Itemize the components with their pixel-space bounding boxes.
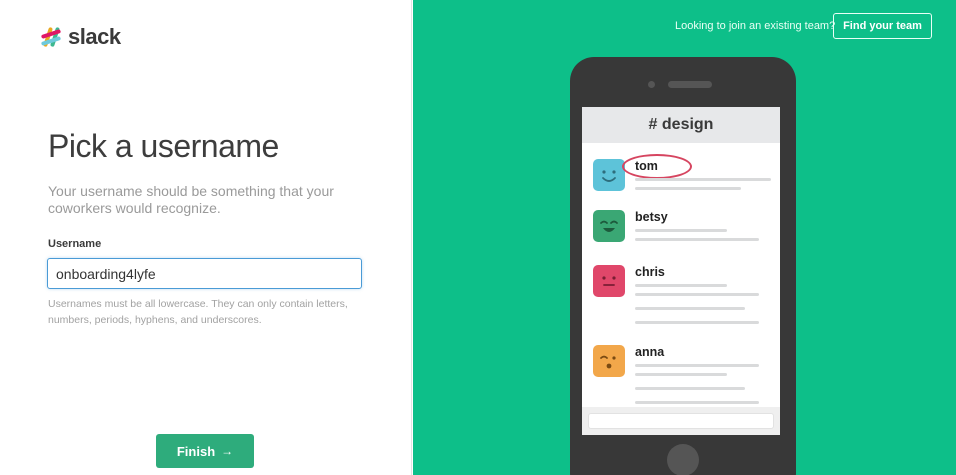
slack-logo[interactable]: slack [40, 24, 121, 50]
message-line [635, 364, 759, 367]
finish-button[interactable]: Finish → [156, 434, 254, 468]
message-line [635, 238, 759, 241]
signup-panel: slack Pick a username Your username shou… [0, 0, 412, 475]
finish-button-label: Finish [176, 443, 216, 459]
phone-screen: # design tom betsy chris anna [582, 107, 780, 435]
username-hint: Usernames must be all lowercase. They ca… [48, 298, 348, 326]
phone-home-button [667, 444, 699, 475]
phone-camera [648, 81, 655, 88]
username-input[interactable] [47, 258, 362, 289]
message-line [635, 178, 771, 181]
neutral-face-icon [593, 265, 625, 297]
message-line [635, 307, 745, 310]
grin-face-icon [593, 210, 625, 242]
message-composer-area [582, 407, 780, 435]
message-line [635, 293, 759, 296]
page-subtitle: Your username should be something that y… [48, 183, 334, 216]
arrow-right-icon: → [221, 444, 234, 458]
message-line [635, 401, 759, 404]
illustration-panel: Looking to join an existing team? Find y… [413, 0, 956, 475]
highlight-ring [622, 154, 692, 179]
message-line [635, 387, 745, 390]
phone-illustration: # design tom betsy chris anna [570, 57, 796, 475]
slack-hash-icon [40, 26, 62, 48]
member-name: chris [635, 265, 665, 279]
message-line [635, 284, 727, 287]
find-your-team-button[interactable]: Find your team [833, 13, 932, 39]
username-label: Username [48, 238, 102, 250]
join-team-prompt: Looking to join an existing team? [675, 20, 836, 32]
message-line [635, 229, 727, 232]
brand-wordmark: slack [68, 24, 121, 49]
phone-speaker [668, 81, 712, 88]
channel-header: # design [582, 107, 780, 143]
surprised-face-icon [593, 345, 625, 377]
message-line [635, 187, 741, 190]
page-title: Pick a username [48, 128, 279, 164]
message-line [635, 373, 727, 376]
message-line [635, 321, 759, 324]
member-name: betsy [635, 210, 668, 224]
member-name: anna [635, 345, 665, 359]
happy-face-icon [593, 159, 625, 191]
message-composer [588, 413, 774, 429]
